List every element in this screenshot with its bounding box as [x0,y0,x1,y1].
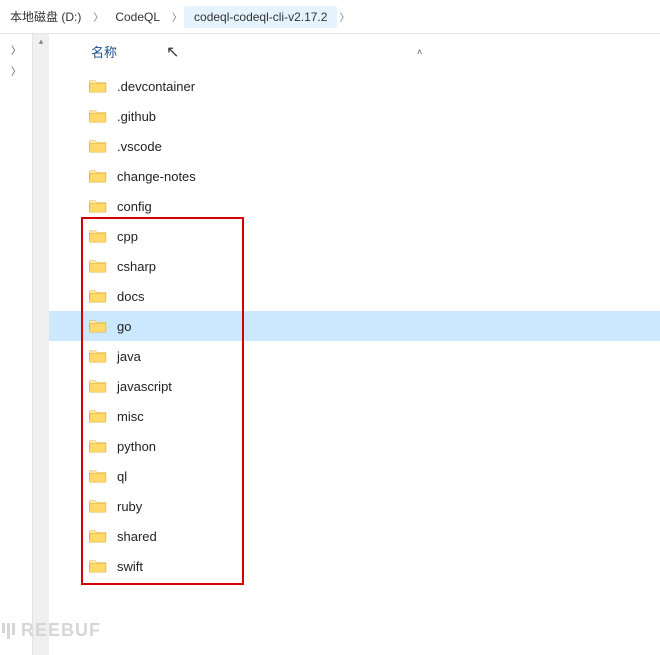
folder-row[interactable]: ql [49,461,660,491]
folder-name: javascript [117,379,172,394]
chevron-right-icon[interactable]: 〉 [9,40,23,59]
folder-row[interactable]: javascript [49,371,660,401]
folder-icon [89,559,107,573]
folder-name: swift [117,559,143,574]
folder-row[interactable]: config [49,191,660,221]
folder-row[interactable]: .vscode [49,131,660,161]
breadcrumb-item-current[interactable]: codeql-codeql-cli-v2.17.2 [184,6,337,28]
folder-icon [89,469,107,483]
folder-row[interactable]: go [49,311,660,341]
folder-icon [89,259,107,273]
folder-row[interactable]: docs [49,281,660,311]
folder-row[interactable]: misc [49,401,660,431]
folder-icon [89,349,107,363]
folder-row[interactable]: csharp [49,251,660,281]
folder-icon [89,439,107,453]
folder-icon [89,199,107,213]
chevron-right-icon: 〉 [337,9,351,24]
tree-scrollbar[interactable]: ▴ [32,34,49,655]
scroll-up-icon[interactable]: ▴ [39,36,44,47]
folder-icon [89,229,107,243]
breadcrumb: 本地磁盘 (D:) 〉 CodeQL 〉 codeql-codeql-cli-v… [0,0,660,34]
folder-icon [89,79,107,93]
folder-name: cpp [117,229,138,244]
folder-name: config [117,199,152,214]
folder-icon [89,319,107,333]
folder-name: csharp [117,259,156,274]
folder-row[interactable]: change-notes [49,161,660,191]
folder-name: shared [117,529,157,544]
folder-icon [89,499,107,513]
nav-pane: 〉 〉 [0,34,32,655]
folder-icon [89,409,107,423]
folder-name: docs [117,289,144,304]
folder-row[interactable]: ruby [49,491,660,521]
folder-row[interactable]: shared [49,521,660,551]
folder-icon [89,379,107,393]
folder-icon [89,109,107,123]
folder-row[interactable]: python [49,431,660,461]
breadcrumb-item-codeql[interactable]: CodeQL [105,6,170,28]
folder-name: java [117,349,141,364]
folder-icon [89,529,107,543]
folder-icon [89,289,107,303]
folder-name: python [117,439,156,454]
sort-indicator-icon: ˄ [417,47,422,57]
folder-name: .github [117,109,156,124]
folder-icon [89,169,107,183]
chevron-right-icon: 〉 [170,9,184,24]
folder-row[interactable]: .github [49,101,660,131]
folder-name: .vscode [117,139,162,154]
chevron-right-icon: 〉 [91,9,105,24]
folder-row[interactable]: cpp [49,221,660,251]
folder-name: ql [117,469,127,484]
file-list-pane: 名称 ˄ .devcontainer .github .vscode change-n… [49,34,660,655]
folder-icon [89,139,107,153]
file-list: .devcontainer .github .vscode change-notes c… [49,67,660,581]
folder-name: .devcontainer [117,79,195,94]
chevron-right-icon[interactable]: 〉 [9,61,23,80]
folder-row[interactable]: swift [49,551,660,581]
folder-name: ruby [117,499,142,514]
folder-row[interactable]: .devcontainer [49,71,660,101]
folder-name: go [117,319,131,334]
folder-row[interactable]: java [49,341,660,371]
column-header-row: 名称 ˄ [49,34,660,67]
folder-name: change-notes [117,169,196,184]
folder-name: misc [117,409,144,424]
column-header-name[interactable]: 名称 [91,42,117,61]
breadcrumb-item-disk[interactable]: 本地磁盘 (D:) [0,4,91,29]
